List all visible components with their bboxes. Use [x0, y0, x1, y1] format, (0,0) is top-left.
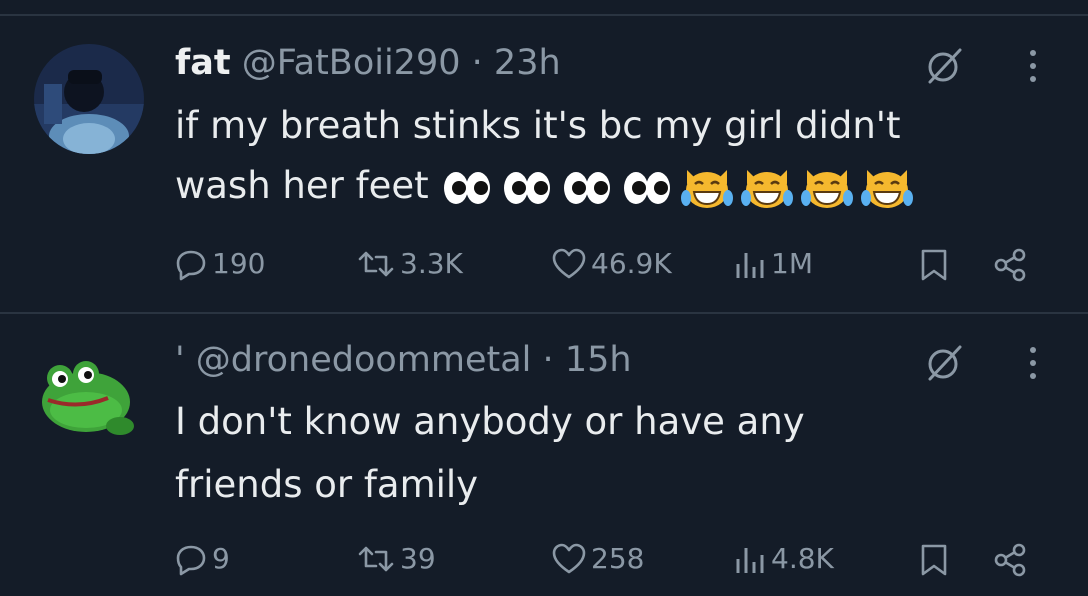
bookmark-icon[interactable] [918, 248, 950, 282]
joy-cat-icon [859, 166, 915, 210]
post-header: fat @FatBoii290 · 23h [175, 41, 561, 85]
more-options-icon[interactable] [1027, 345, 1039, 381]
views-button[interactable]: 4.8K [733, 542, 834, 576]
post-text-line-1: if my breath stinks it's bc my girl didn… [175, 104, 901, 147]
views-icon [733, 542, 767, 576]
avatar[interactable] [34, 44, 144, 154]
timeline: fat @FatBoii290 · 23h if my breath stink… [0, 0, 1088, 596]
like-count: 258 [591, 542, 645, 575]
post-text-line-2: friends or family [175, 463, 479, 506]
emoji-row [439, 166, 915, 210]
reply-icon [174, 542, 208, 576]
display-name[interactable]: fat [175, 43, 231, 83]
post-text-line-2: wash her feet [175, 157, 915, 215]
like-icon [551, 542, 587, 576]
reply-button[interactable]: 9 [174, 542, 230, 576]
handle[interactable]: @FatBoii290 [242, 43, 461, 83]
views-count: 4.8K [771, 542, 834, 575]
reply-count: 9 [212, 542, 230, 575]
repost-count: 39 [400, 542, 436, 575]
separator: · [542, 340, 554, 380]
views-button[interactable]: 1M [733, 247, 813, 281]
joy-cat-icon [679, 166, 735, 210]
reply-count: 190 [212, 247, 266, 280]
timestamp[interactable]: 15h [565, 340, 632, 380]
eyes-icon [559, 166, 615, 210]
repost-icon [356, 542, 396, 576]
timestamp[interactable]: 23h [494, 43, 561, 83]
post-text-line-1: I don't know anybody or have any [175, 400, 805, 443]
separator: · [471, 43, 483, 83]
post-divider [0, 312, 1088, 314]
grok-icon[interactable] [924, 343, 964, 383]
post-header: ' @dronedoommetal · 15h [175, 338, 632, 382]
repost-button[interactable]: 3.3K [356, 247, 463, 281]
like-count: 46.9K [591, 247, 672, 280]
repost-icon [356, 247, 396, 281]
reply-button[interactable]: 190 [174, 247, 265, 281]
bookmark-icon[interactable] [918, 543, 950, 577]
handle[interactable]: @dronedoommetal [196, 340, 532, 380]
top-divider [0, 14, 1088, 16]
views-count: 1M [771, 247, 813, 280]
joy-cat-icon [799, 166, 855, 210]
eyes-icon [499, 166, 555, 210]
repost-count: 3.3K [400, 247, 463, 280]
eyes-icon [439, 166, 495, 210]
share-icon[interactable] [992, 247, 1028, 283]
like-icon [551, 247, 587, 281]
views-icon [733, 247, 767, 281]
more-options-icon[interactable] [1027, 48, 1039, 84]
share-icon[interactable] [992, 542, 1028, 578]
like-button[interactable]: 46.9K [551, 247, 672, 281]
joy-cat-icon [739, 166, 795, 210]
eyes-icon [619, 166, 675, 210]
avatar[interactable] [36, 350, 138, 446]
grok-icon[interactable] [924, 46, 964, 86]
repost-button[interactable]: 39 [356, 542, 436, 576]
display-name-fragment[interactable]: ' [175, 340, 185, 380]
reply-icon [174, 247, 208, 281]
post-text-line-2-words: wash her feet [175, 164, 429, 207]
like-button[interactable]: 258 [551, 542, 644, 576]
